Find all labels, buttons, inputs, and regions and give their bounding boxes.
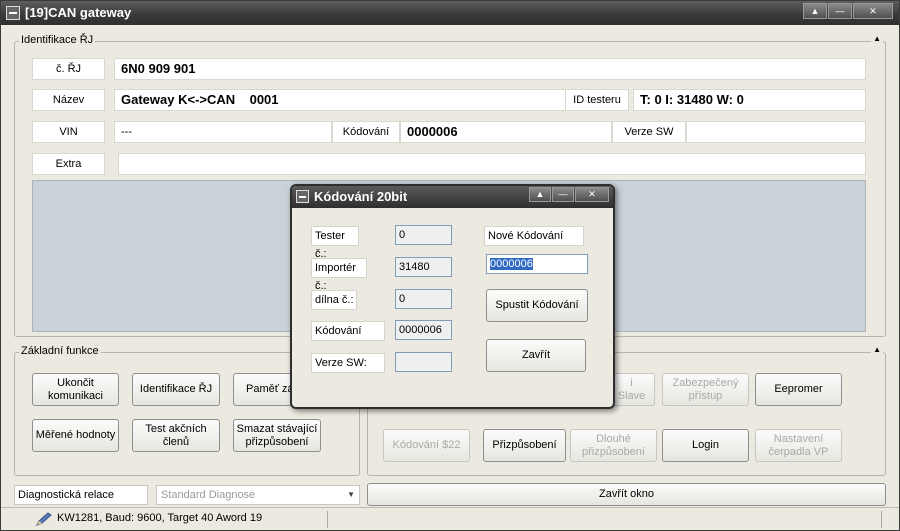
nazev-value: Gateway K<->CAN 0001 [114, 89, 566, 111]
new-coding-selected-text: 0000006 [490, 258, 533, 270]
window-title: [19]CAN gateway [25, 5, 132, 20]
close-window-button[interactable]: Zavřít okno [367, 483, 886, 506]
secure-access-button[interactable]: Zabezpečený přístup [662, 373, 749, 406]
ident-legend: Identifikace ŘJ [19, 34, 96, 46]
minimize-button[interactable]: — [828, 3, 852, 19]
workshop-label: dílna č.: [311, 290, 357, 310]
status-separator [327, 511, 328, 528]
dialog-caption-buttons: ▲ — ✕ [528, 187, 609, 202]
kodovani-label: Kódování [332, 121, 400, 143]
status-bar: KW1281, Baud: 9600, Target 40 Aword 19 [1, 507, 899, 530]
dialog-maximize-button[interactable]: ▲ [529, 187, 551, 202]
run-coding-button[interactable]: Spustit Kódování [486, 289, 588, 322]
diag-session-select[interactable]: Standard Diagnose ▼ [156, 485, 360, 505]
title-bar[interactable]: [19]CAN gateway ▲ — ✕ [1, 1, 899, 25]
cislo-label: č. ŘJ [32, 58, 105, 80]
importer-label: Importér č.: [311, 258, 367, 292]
id-testeru-value: T: 0 I: 31480 W: 0 [633, 89, 866, 111]
coding-field[interactable]: 0000006 [395, 320, 452, 340]
status-separator [881, 511, 882, 528]
end-communication-button[interactable]: Ukončit komunikaci [32, 373, 119, 406]
collapse-arrow-advanced-icon[interactable]: ▲ [871, 345, 883, 354]
new-coding-label: Nové Kódování [484, 226, 584, 246]
coding-label: Kódování [311, 321, 385, 341]
measured-values-button[interactable]: Měřené hodnoty [32, 419, 119, 452]
identification-button[interactable]: Identifikace ŘJ [132, 373, 220, 406]
vin-value: --- [114, 121, 332, 143]
pen-icon [35, 512, 52, 526]
diag-session-value: Standard Diagnose [161, 489, 256, 501]
vin-label: VIN [32, 121, 105, 143]
importer-field[interactable]: 31480 [395, 257, 452, 277]
sw-version-label: Verze SW: [311, 353, 385, 373]
login-button[interactable]: Login [662, 429, 749, 462]
cislo-value: 6N0 909 901 [114, 58, 866, 80]
system-menu-icon[interactable] [6, 6, 20, 20]
close-button[interactable]: ✕ [853, 3, 893, 19]
maximize-button[interactable]: ▲ [803, 3, 827, 19]
coding-22-button[interactable]: Kódování $22 [383, 429, 470, 462]
clear-adaptation-button[interactable]: Smazat stávající přizpůsobení [233, 419, 321, 452]
caption-buttons: ▲ — ✕ [802, 3, 893, 19]
chevron-down-icon[interactable]: ▼ [347, 486, 355, 504]
diag-session-label: Diagnostická relace [14, 485, 148, 505]
main-window: [19]CAN gateway ▲ — ✕ Identifikace ŘJ ▲ … [0, 0, 900, 531]
coding-dialog: Kódování 20bit ▲ — ✕ Tester č.: 0 Import… [290, 184, 615, 409]
adaptation-button[interactable]: Přizpůsobení [483, 429, 566, 462]
basic-functions-legend: Základní funkce [19, 345, 101, 357]
long-adaptation-button[interactable]: Dlouhé přizpůsobení [570, 429, 657, 462]
dialog-title: Kódování 20bit [314, 189, 408, 204]
new-coding-input[interactable]: 0000006 [486, 254, 588, 274]
dialog-minimize-button[interactable]: — [552, 187, 574, 202]
actuator-test-button[interactable]: Test akčních členů [132, 419, 220, 452]
tester-field[interactable]: 0 [395, 225, 452, 245]
extra-label: Extra [32, 153, 105, 175]
dialog-close-action-button[interactable]: Zavřít [486, 339, 586, 372]
workshop-field[interactable]: 0 [395, 289, 452, 309]
pump-settings-button[interactable]: Nastavení čerpadla VP [755, 429, 842, 462]
slave-button[interactable]: i Slave [613, 373, 655, 406]
verze-sw-label: Verze SW [612, 121, 686, 143]
dialog-title-bar[interactable]: Kódování 20bit ▲ — ✕ [292, 186, 613, 208]
id-testeru-label: ID testeru [566, 89, 629, 111]
sw-version-field[interactable] [395, 352, 452, 372]
collapse-arrow-icon[interactable]: ▲ [871, 34, 883, 43]
eepromer-button[interactable]: Eepromer [755, 373, 842, 406]
kodovani-value: 0000006 [400, 121, 612, 143]
verze-sw-value [686, 121, 866, 143]
dialog-close-button[interactable]: ✕ [575, 187, 609, 202]
tester-label: Tester č.: [311, 226, 359, 260]
nazev-label: Název [32, 89, 105, 111]
status-text: KW1281, Baud: 9600, Target 40 Aword 19 [57, 512, 263, 524]
extra-value [118, 153, 866, 175]
dialog-system-menu-icon[interactable] [296, 190, 309, 203]
